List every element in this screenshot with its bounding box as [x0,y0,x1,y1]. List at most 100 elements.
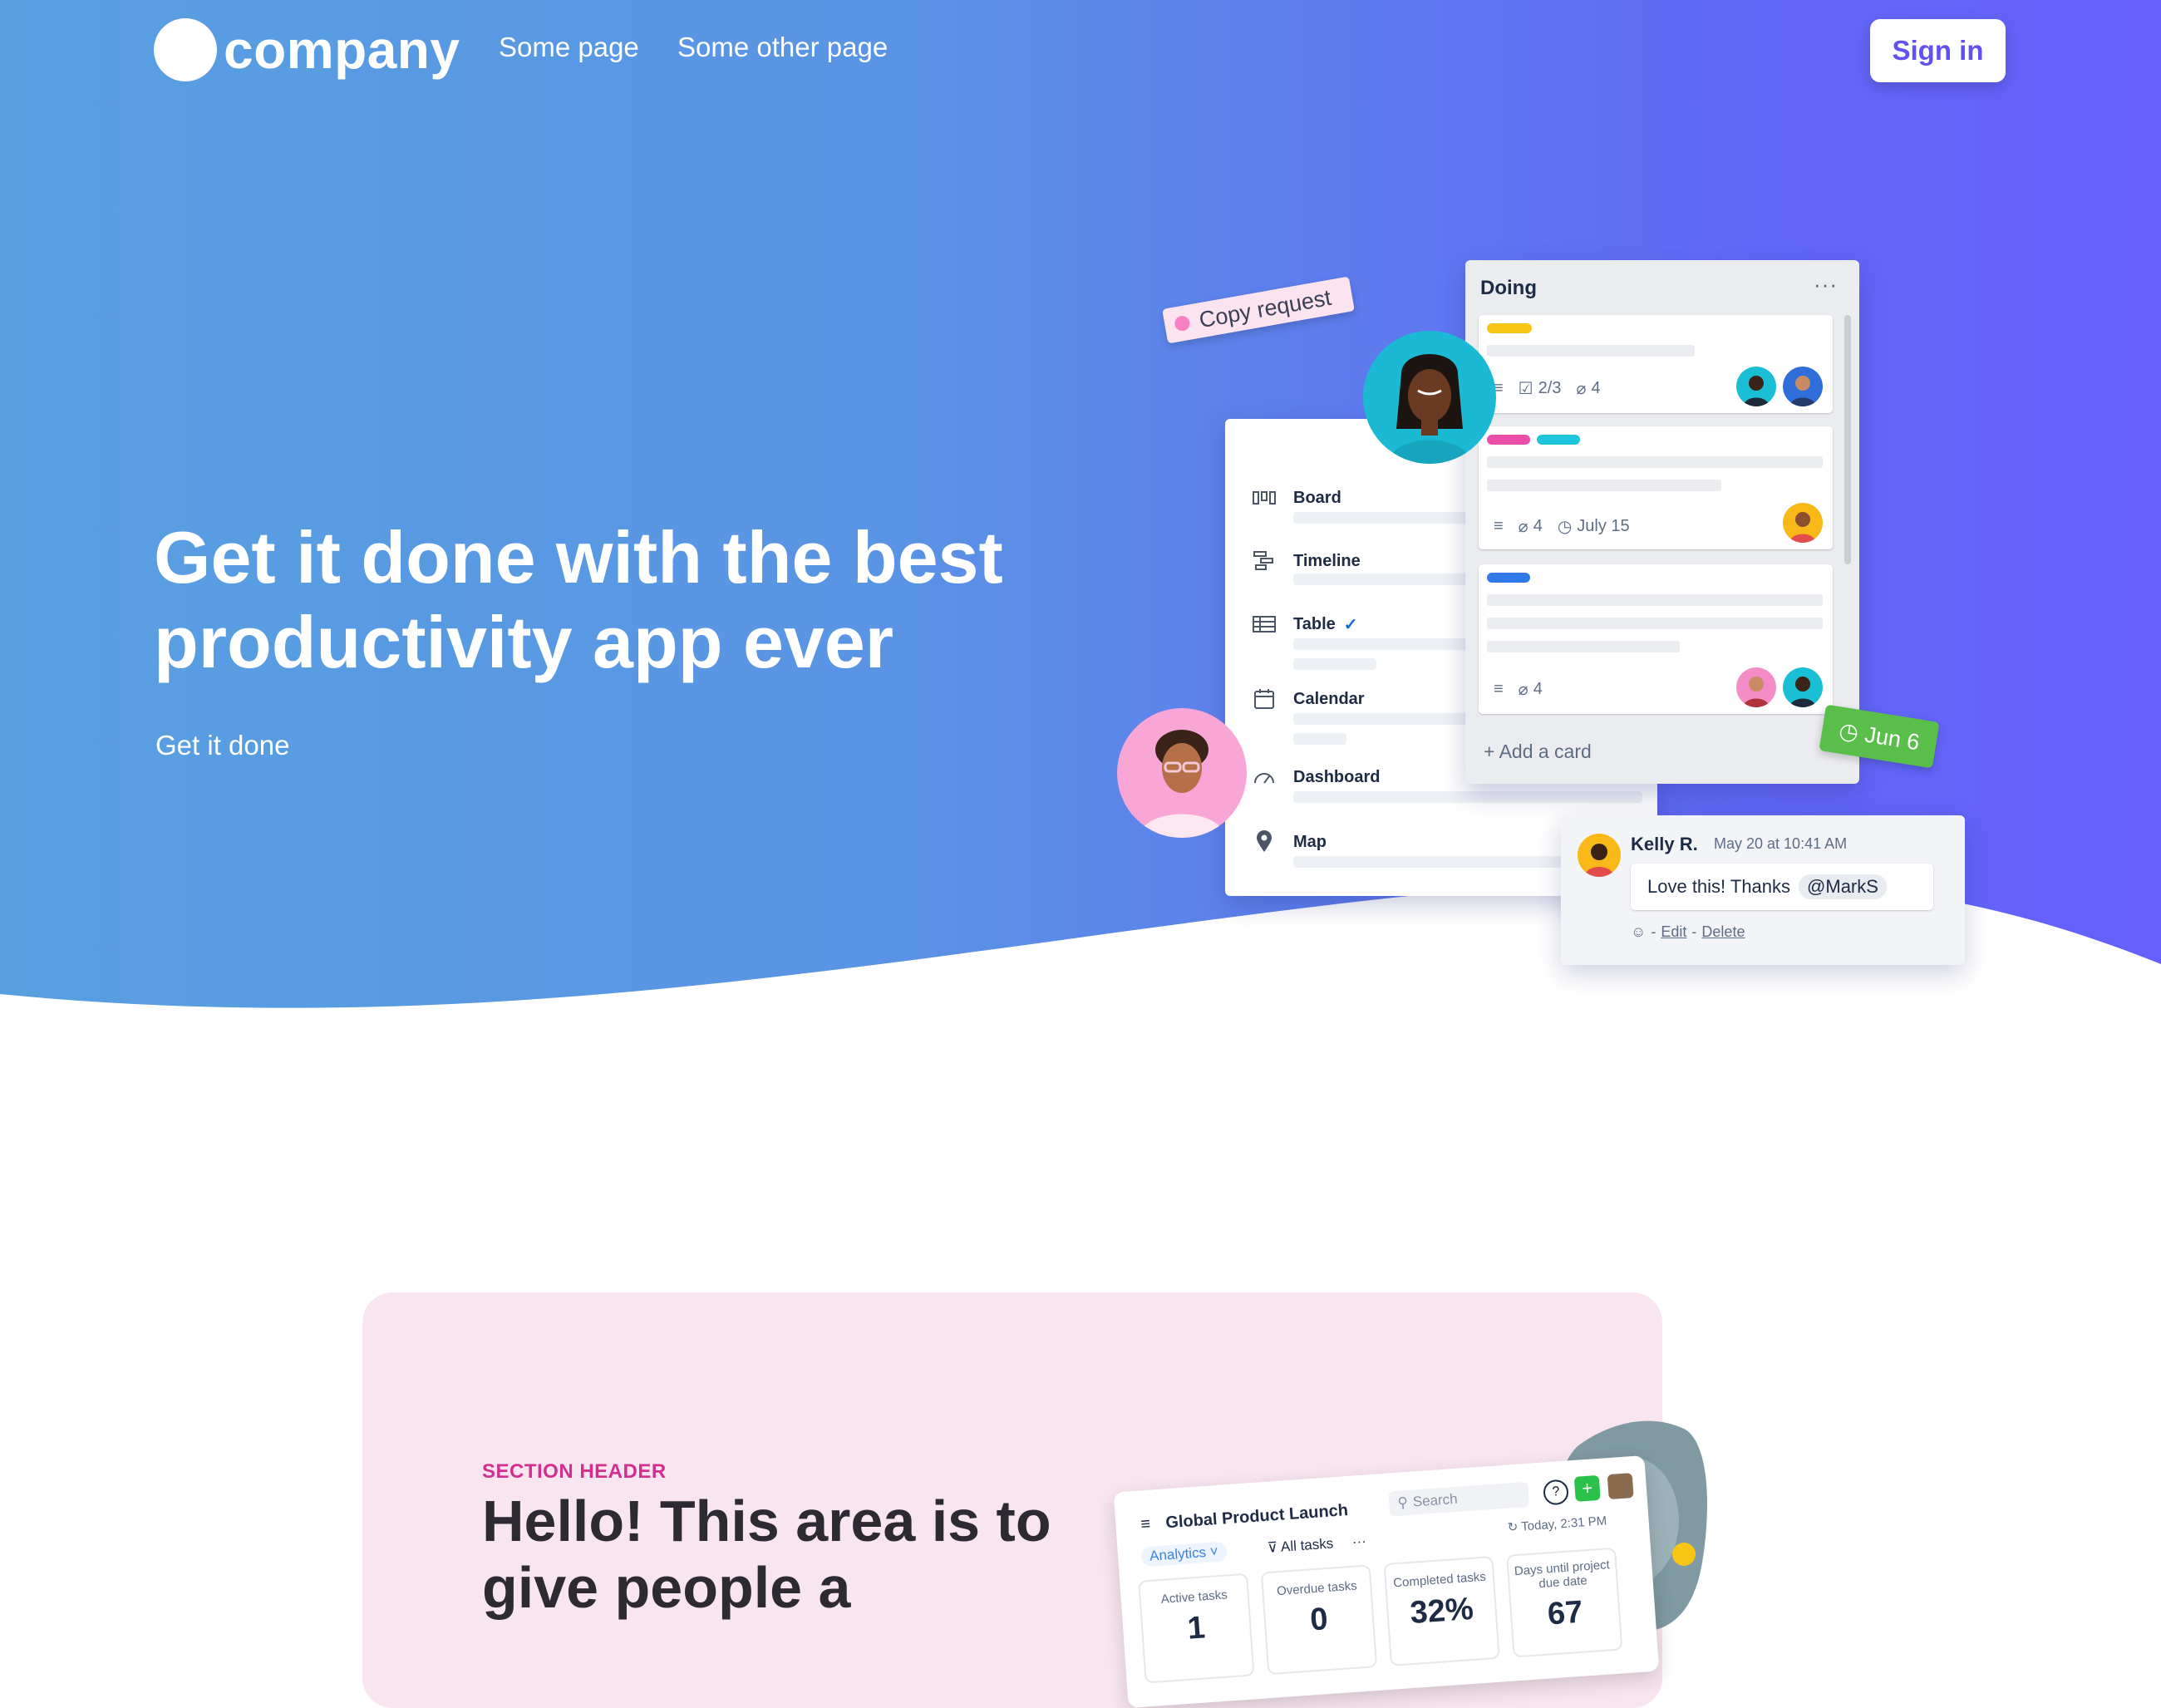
tag-dot [1173,314,1191,332]
hero-subtitle: Get it done [155,730,290,760]
stat-value: 0 [1308,1602,1329,1638]
stat-label: Active tasks [1160,1587,1228,1607]
stat-value: 32% [1409,1591,1475,1632]
card-meta: ≡ ⌀ 4 [1494,679,1548,700]
stat-card: Overdue tasks 0 [1260,1564,1378,1676]
edit-link[interactable]: Edit [1661,923,1686,941]
list-card[interactable]: ≡ ☑ 2/3 ⌀ 4 [1479,315,1833,413]
refresh-icon[interactable]: ↻ [1507,1520,1522,1535]
help-icon[interactable]: ? [1542,1479,1570,1506]
description-icon: ≡ [1494,517,1504,535]
comment-actions: ☺ - Edit - Delete [1631,923,1745,941]
list-card[interactable]: ≡ ⌀ 4 [1479,564,1833,714]
section-header: SECTION HEADER [482,1460,667,1483]
dashboard-icon [1250,763,1278,791]
stat-card: Completed tasks 32% [1383,1555,1500,1666]
placeholder-line [1487,345,1695,357]
all-tasks-filter[interactable]: ⊽ All tasks ··· [1267,1533,1366,1557]
stat-card: Days until project due date 67 [1506,1547,1623,1658]
sidebar-item-table[interactable]: Table ✓ [1250,610,1358,638]
stat-value: 67 [1546,1594,1584,1632]
map-pin-icon [1250,828,1278,856]
sidebar-item-calendar[interactable]: Calendar [1250,685,1365,713]
more-options-icon[interactable]: ··· [1814,272,1838,298]
member-avatar [1736,667,1776,707]
menu-icon[interactable]: ≡ [1140,1515,1151,1535]
commenter-avatar [1578,834,1621,877]
add-card-label: Add a card [1499,741,1592,762]
placeholder-line [1487,641,1680,652]
attachment-count: 4 [1533,517,1543,535]
clock-icon: ◷ [1837,717,1861,746]
doing-list: Doing ··· ≡ ☑ 2/3 ⌀ 4 ≡ ⌀ 4 ◷ July 15 ≡ … [1465,260,1859,784]
checklist-count: 2/3 [1538,379,1562,397]
sidebar-item-label: Board [1293,488,1341,507]
stat-card: Active tasks 1 [1138,1573,1255,1684]
sidebar-item-label: Map [1293,832,1327,851]
description-icon: ≡ [1494,680,1504,698]
card-label-blue [1487,573,1530,583]
nav-link-some-other-page[interactable]: Some other page [677,32,888,63]
due-date-label: Jun 6 [1863,721,1922,755]
mention-chip[interactable]: @MarkS [1799,874,1887,899]
placeholder-line [1487,456,1823,468]
attachment-icon: ⌀ [1518,518,1528,536]
sidebar-item-map[interactable]: Map [1250,828,1327,856]
filter-icon: ⊽ [1267,1538,1282,1556]
list-scrollbar[interactable] [1844,315,1851,564]
sidebar-item-label: Table [1293,614,1336,633]
chevron-down-icon: ˅ [1209,1543,1219,1560]
card-label-teal [1537,435,1580,445]
attachment-icon: ⌀ [1518,681,1528,699]
woman-avatar [1363,331,1496,464]
man-avatar [1117,708,1247,838]
card-meta: ≡ ☑ 2/3 ⌀ 4 [1494,378,1606,399]
timeline-icon [1250,547,1278,575]
placeholder-line [1293,791,1642,803]
comment-time: May 20 at 10:41 AM [1714,835,1848,852]
comment-author: Kelly R. [1631,834,1698,854]
emoji-icon[interactable]: ☺ [1631,923,1646,941]
sidebar-item-timeline[interactable]: Timeline [1250,547,1361,575]
check-icon: ✓ [1343,615,1358,634]
sign-in-button[interactable]: Sign in [1870,19,2006,82]
member-avatar [1783,503,1823,543]
refresh-time: ↻ Today, 2:31 PM [1507,1513,1607,1534]
add-card-button[interactable]: + Add a card [1484,741,1592,763]
checklist-icon: ☑ [1518,380,1533,398]
nav-link-some-page[interactable]: Some page [499,32,639,63]
placeholder-line [1293,733,1346,745]
card-label-pink [1487,435,1530,445]
section-title: Hello! This area is to give people a [482,1489,1051,1620]
search-icon: ⚲ [1396,1494,1409,1511]
more-icon[interactable]: ··· [1351,1533,1366,1550]
hero-section: company Some page Some other page Sign i… [0,0,2161,1031]
card-meta: ≡ ⌀ 4 ◷ July 15 [1494,516,1635,537]
sidebar-item-board[interactable]: Board [1250,484,1341,512]
stat-label: Completed tasks [1392,1569,1487,1591]
search-input[interactable]: ⚲ Search [1388,1481,1530,1517]
sidebar-item-dashboard[interactable]: Dashboard [1250,763,1380,791]
avatar[interactable] [1607,1473,1634,1500]
list-title: Doing [1480,277,1537,299]
placeholder-line [1487,480,1721,491]
card-label-yellow [1487,323,1532,333]
analytics-dropdown[interactable]: Analytics ˅ [1140,1541,1228,1568]
separator: - [1651,923,1656,940]
sidebar-item-label: Timeline [1293,551,1361,570]
placeholder-line [1487,618,1823,629]
stat-label: Days until project due date [1514,1558,1611,1592]
add-icon[interactable]: + [1573,1474,1601,1502]
comment-card: Kelly R. May 20 at 10:41 AM Love this! T… [1561,815,1965,965]
dashboard-preview: ≡ Global Product Launch ⚲ Search ? + Ana… [1113,1455,1660,1708]
sidebar-item-label: Dashboard [1293,767,1381,786]
list-card[interactable]: ≡ ⌀ 4 ◷ July 15 [1479,426,1833,549]
member-avatar [1736,367,1776,406]
filter-label: All tasks [1280,1535,1334,1555]
attachment-count: 4 [1533,680,1543,698]
member-avatar [1783,367,1823,406]
clock-icon: ◷ [1557,518,1573,536]
delete-link[interactable]: Delete [1701,923,1745,941]
brand-logo[interactable]: company [154,17,460,83]
logo-mark [154,18,217,81]
